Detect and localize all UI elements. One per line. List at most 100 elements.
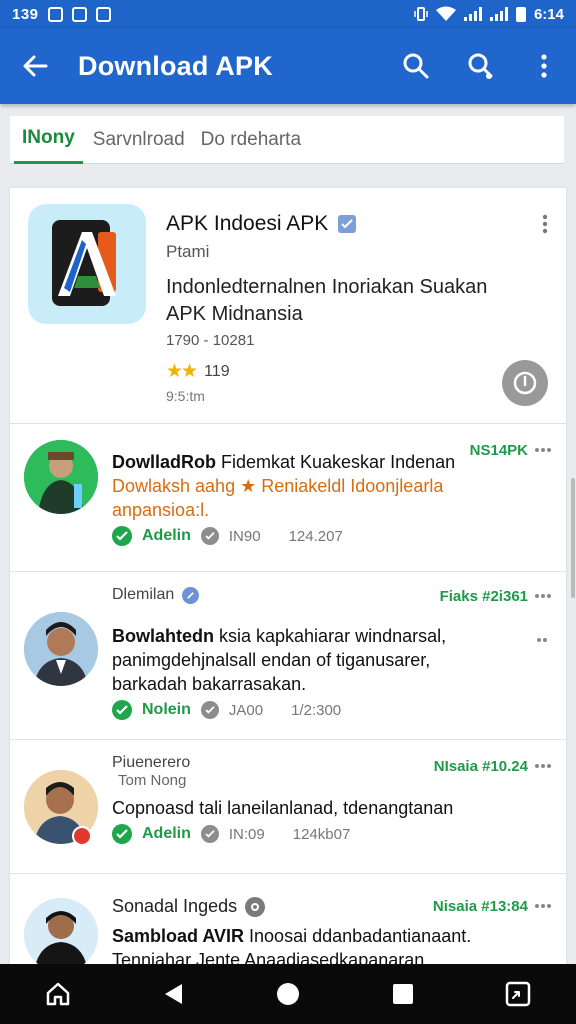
meta-value: 124.207 [288,527,343,545]
vibrate-icon [414,7,428,21]
share-search-icon [468,53,493,79]
check-icon [112,700,132,720]
meta-value: IN:09 [228,825,265,843]
status-time-right: 6:14 [533,5,564,23]
status-bar: 139 6:14 [0,0,576,28]
post-title: DowlladRob [112,452,216,472]
list-item[interactable]: Sonadal Ingeds Nisaia #13:84 Sambload AV… [10,874,566,968]
meta-value: 124kb07 [292,825,351,843]
meta-value: JA00 [228,701,264,719]
nav-back-button[interactable] [143,964,203,1024]
post-headline: Bowlahtedn ksia kapkahiarar windnarsal, [112,624,548,648]
home-icon [46,982,69,1006]
notification-icon [95,6,111,22]
author-name: Piuenerero [112,754,191,771]
search-icon [403,53,429,79]
app-icon[interactable] [28,204,146,324]
signal-icon [463,7,482,21]
app-rating: ★★ 119 [166,360,230,383]
scrollbar[interactable] [570,188,576,968]
wifi-icon [435,6,456,21]
post-price: NIsaia #10.24 [433,758,528,775]
notification-icon [47,6,63,22]
tab-sarvnlroad[interactable]: Sarvnlroad [87,116,191,164]
download-button[interactable] [502,360,548,406]
more-options-button[interactable] [512,28,576,104]
notification-icon [71,6,87,22]
post-more-button[interactable] [534,586,552,604]
download-icon [513,371,537,395]
list-item[interactable]: NS14PK DowlladRob Fidemkat Kuakeskar Ind… [10,424,566,572]
meta-value: IN90 [228,527,261,545]
nav-screenshot-button[interactable] [488,964,548,1024]
nav-circle-home-button[interactable] [258,964,318,1024]
rating-value: 119 [204,362,230,380]
list-item[interactable]: Piuenerero Tom Nong NIsaia #10.24 Copnoa… [10,740,566,874]
verified-icon [182,586,200,604]
nav-home-button[interactable] [28,964,88,1024]
status-time-left: 139 [12,5,39,23]
recents-icon [393,984,414,1004]
post-title-rest: Fidemkat Kuakeskar Indenan [216,452,456,472]
app-bar: Download APK [0,28,576,104]
post-meta: Nolein JA00 1/2:300 [112,700,548,720]
scrollbar-thumb[interactable] [571,478,575,598]
post-title: Sambload AVIR [112,926,245,946]
more-vert-icon [542,214,548,234]
more-vert-icon [541,54,547,78]
more-horiz-icon [535,764,551,768]
status-label: Adelin [142,825,191,842]
battery-icon [515,6,526,22]
app-developer[interactable]: Ptami [166,242,209,262]
check-icon [112,824,132,844]
post-price: Nisaia #13:84 [432,898,528,915]
app-description: Indonledternalnen Inoriakan Suakan APK M… [166,274,546,328]
post-body-line: barkadah bakarrasakan. [112,674,307,694]
post-more-button[interactable] [534,896,552,914]
app-header: APK Indoesi APK Ptami Indonledternalnen … [10,188,566,424]
search-button[interactable] [384,28,448,104]
post-price: Fiaks #2i361 [439,588,528,605]
avatar[interactable] [24,612,98,686]
notification-badge [72,826,92,846]
back-arrow-icon [23,55,48,77]
share-button[interactable] [448,28,512,104]
post-title-rest: Inoosai ddanbadantianaant. [244,926,472,946]
app-description-line: APK Midnansia [166,303,303,325]
post-body-line: panimgdehjnalsall endan of tiganusarer, [112,650,431,670]
post-body-line: anpansioa:l. [112,500,210,520]
list-item[interactable]: Dlemilan Fiaks #2i361 Bowlahtedn ksia ka… [10,572,566,740]
post-meta: Adelin IN90 124.207 [112,526,548,546]
apk-logo-icon [52,220,116,306]
signal-icon [489,7,508,21]
author-name: Sonadal Ingeds [112,896,238,916]
post-headline: DowlladRob Fidemkat Kuakeskar Indenan [112,450,548,474]
nav-recents-button[interactable] [373,964,433,1024]
post-body-line: Dowlaksh aahg ★ Reniakeldl Idoonjlearla [112,476,444,496]
tab-inony[interactable]: INony [14,116,83,164]
post-more-button[interactable] [534,756,552,774]
more-horiz-icon [535,904,551,908]
app-more-button[interactable] [542,214,548,234]
verified-icon [338,215,357,233]
page-title: Download APK [78,50,273,81]
status-label: Adelin [142,527,191,544]
app-name: APK Indoesi APK [166,212,329,235]
app-size: 9:5:tm [166,388,205,404]
tab-do-rdeharta[interactable]: Do rdeharta [195,116,307,164]
check-icon [200,825,219,843]
circle-home-icon [276,983,299,1005]
post-title-rest: ksia kapkahiarar windnarsal, [214,626,447,646]
check-icon [200,701,219,719]
system-nav-bar [0,964,576,1024]
status-label: Nolein [142,701,191,718]
back-button[interactable] [0,28,70,104]
post-headline: Sambload AVIR Inoosai ddanbadantianaant. [112,924,548,948]
avatar[interactable] [24,440,98,514]
avatar[interactable] [24,898,98,968]
post-headline: Copnoasd tali laneilanlanad, tdenangtana… [112,798,454,818]
post-title: Bowlahtedn [112,626,214,646]
app-description-line: Indonledternalnen Inoriakan Suakan [166,276,488,298]
tab-bar: INony Sarvnlroad Do rdeharta [10,116,564,164]
post-meta: Adelin IN:09 124kb07 [112,824,548,844]
